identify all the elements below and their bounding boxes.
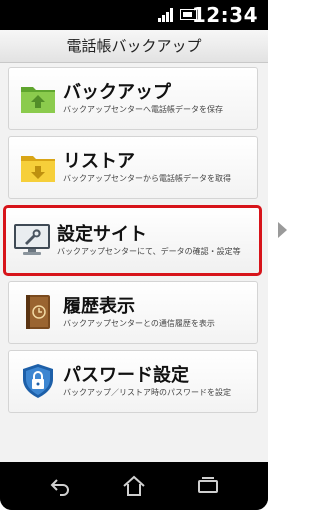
menu-item-password-settings[interactable]: パスワード設定 バックアップ／リストア時のパスワードを設定 xyxy=(8,350,258,413)
menu-item-description: バックアップセンターにて、データの確認・設定等 xyxy=(57,247,241,256)
status-time: 12:34 xyxy=(191,3,258,27)
menu-item-settings-site[interactable]: 設定サイト バックアップセンターにて、データの確認・設定等 xyxy=(3,205,262,276)
signal-icon xyxy=(158,8,174,22)
home-icon[interactable] xyxy=(122,474,146,498)
page-title: 電話帳バックアップ xyxy=(0,30,268,63)
menu-item-title: 設定サイト xyxy=(57,224,147,245)
status-bar: 12:34 xyxy=(0,0,268,30)
menu-item-description: バックアップ／リストア時のパスワードを設定 xyxy=(63,388,231,397)
menu-item-backup[interactable]: バックアップ バックアップセンターへ電話帳データを保存 xyxy=(8,67,258,130)
menu-item-history[interactable]: 履歴表示 バックアップセンターとの通信履歴を表示 xyxy=(8,281,258,344)
folder-upload-icon xyxy=(21,87,55,113)
battery-level xyxy=(183,12,192,17)
settings-monitor-icon xyxy=(14,224,50,255)
phone-frame: 12:34 電話帳バックアップ バックアップ バックアップセンターへ電話帳データ… xyxy=(0,0,268,510)
menu-item-title: パスワード設定 xyxy=(63,365,189,386)
app-screen: 電話帳バックアップ バックアップ バックアップセンターへ電話帳データを保存 リス… xyxy=(0,30,268,462)
menu-item-restore[interactable]: リストア バックアップセンターから電話帳データを取得 xyxy=(8,136,258,199)
menu-item-title: 履歴表示 xyxy=(63,296,135,317)
back-icon[interactable] xyxy=(48,474,72,498)
history-book-icon xyxy=(26,295,50,329)
menu-item-title: リストア xyxy=(63,151,135,172)
menu-item-description: バックアップセンターへ電話帳データを保存 xyxy=(63,105,223,114)
recent-apps-icon[interactable] xyxy=(196,474,220,498)
menu-item-title: バックアップ xyxy=(63,82,171,103)
menu-item-description: バックアップセンターとの通信履歴を表示 xyxy=(63,319,215,328)
navigation-bar xyxy=(0,462,268,510)
menu-item-description: バックアップセンターから電話帳データを取得 xyxy=(63,174,231,183)
folder-download-icon xyxy=(21,156,55,182)
next-arrow-icon xyxy=(278,222,287,238)
password-shield-icon xyxy=(23,364,53,398)
